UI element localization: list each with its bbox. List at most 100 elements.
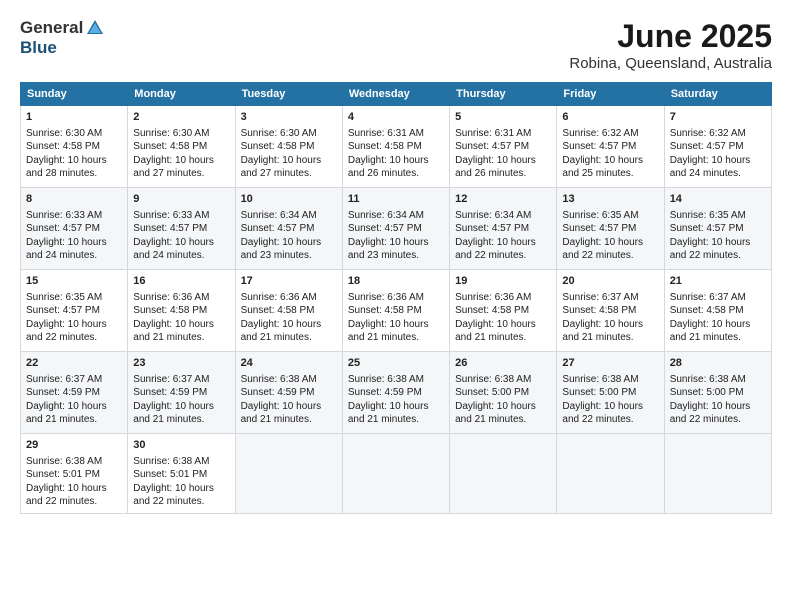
day-info: and 27 minutes. [133,167,229,181]
day-info: Sunrise: 6:34 AM [348,209,444,223]
day-info: Sunset: 4:59 PM [348,386,444,400]
day-info: Sunset: 4:58 PM [562,304,658,318]
calendar-header-row: SundayMondayTuesdayWednesdayThursdayFrid… [21,83,772,106]
month-title: June 2025 [569,18,772,55]
calendar-cell: 27Sunrise: 6:38 AMSunset: 5:00 PMDayligh… [557,352,664,434]
day-number: 30 [133,438,229,453]
day-info: Sunrise: 6:38 AM [455,373,551,387]
calendar-cell: 28Sunrise: 6:38 AMSunset: 5:00 PMDayligh… [664,352,771,434]
calendar-cell [235,434,342,514]
day-info: Sunrise: 6:31 AM [348,127,444,141]
day-number: 27 [562,356,658,371]
calendar-cell: 14Sunrise: 6:35 AMSunset: 4:57 PMDayligh… [664,188,771,270]
calendar-cell [450,434,557,514]
day-number: 29 [26,438,122,453]
day-number: 5 [455,110,551,125]
calendar-cell: 24Sunrise: 6:38 AMSunset: 4:59 PMDayligh… [235,352,342,434]
day-info: Daylight: 10 hours [670,318,766,332]
day-info: Sunset: 4:57 PM [562,222,658,236]
day-info: and 21 minutes. [348,331,444,345]
calendar-cell: 29Sunrise: 6:38 AMSunset: 5:01 PMDayligh… [21,434,128,514]
calendar-cell: 12 Sunrise: 6:34 AMSunset: 4:57 PMDayligh… [450,188,557,270]
day-info: Sunrise: 6:31 AM [455,127,551,141]
day-info: Sunset: 4:58 PM [133,304,229,318]
calendar-cell: 8Sunrise: 6:33 AMSunset: 4:57 PMDaylight… [21,188,128,270]
day-info: Sunset: 4:57 PM [670,140,766,154]
calendar-cell: 9Sunrise: 6:33 AMSunset: 4:57 PMDaylight… [128,188,235,270]
day-info: Sunrise: 6:34 AM [455,209,551,223]
day-info: Daylight: 10 hours [26,318,122,332]
day-number: 19 [455,274,551,289]
day-info: and 22 minutes. [26,331,122,345]
day-info: Sunrise: 6:30 AM [241,127,337,141]
day-info: and 25 minutes. [562,167,658,181]
day-info: Daylight: 10 hours [348,154,444,168]
day-info: Sunrise: 6:35 AM [562,209,658,223]
day-info: Daylight: 10 hours [455,236,551,250]
day-info: and 22 minutes. [455,249,551,263]
calendar-cell: 4Sunrise: 6:31 AMSunset: 4:58 PMDaylight… [342,106,449,188]
day-number: 18 [348,274,444,289]
day-info: Sunrise: 6:34 AM [241,209,337,223]
day-info: Sunrise: 6:37 AM [562,291,658,305]
day-info: Sunrise: 6:38 AM [670,373,766,387]
day-info: Daylight: 10 hours [562,154,658,168]
day-info: and 22 minutes. [670,413,766,427]
day-info: Daylight: 10 hours [26,236,122,250]
day-info: Sunset: 4:58 PM [348,304,444,318]
day-info: Sunset: 5:01 PM [133,468,229,482]
day-info: Sunset: 4:57 PM [455,222,551,236]
day-number: 1 [26,110,122,125]
day-info: Sunset: 5:01 PM [26,468,122,482]
day-info: and 23 minutes. [241,249,337,263]
day-info: Sunrise: 6:32 AM [562,127,658,141]
day-info: Daylight: 10 hours [133,318,229,332]
day-info: Sunrise: 6:38 AM [562,373,658,387]
day-info: Sunset: 4:57 PM [670,222,766,236]
day-info: and 26 minutes. [348,167,444,181]
day-number: 21 [670,274,766,289]
day-number: 8 [26,192,122,207]
calendar-cell [664,434,771,514]
day-info: Sunrise: 6:33 AM [133,209,229,223]
weekday-header: Tuesday [235,83,342,106]
day-info: Sunset: 4:59 PM [133,386,229,400]
calendar-cell: 18Sunrise: 6:36 AMSunset: 4:58 PMDayligh… [342,270,449,352]
calendar-cell: 13 Sunrise: 6:35 AMSunset: 4:57 PMDayligh… [557,188,664,270]
day-info: Sunrise: 6:38 AM [133,455,229,469]
day-info: and 22 minutes. [562,413,658,427]
day-info: Sunset: 5:00 PM [455,386,551,400]
day-number: 12 [455,192,551,207]
day-info: and 24 minutes. [670,167,766,181]
day-info: Sunset: 4:59 PM [241,386,337,400]
calendar-cell: 17Sunrise: 6:36 AMSunset: 4:58 PMDayligh… [235,270,342,352]
day-info: and 24 minutes. [133,249,229,263]
day-number: 28 [670,356,766,371]
day-info: Daylight: 10 hours [133,400,229,414]
day-number: 22 [26,356,122,371]
day-number: 14 [670,192,766,207]
day-number: 4 [348,110,444,125]
day-info: and 22 minutes. [562,249,658,263]
calendar-cell: 10Sunrise: 6:34 AMSunset: 4:57 PMDayligh… [235,188,342,270]
day-info: Sunrise: 6:35 AM [26,291,122,305]
day-info: Daylight: 10 hours [562,236,658,250]
day-info: Daylight: 10 hours [241,400,337,414]
logo: General Blue [20,18,105,58]
day-info: and 26 minutes. [455,167,551,181]
day-info: Sunset: 4:57 PM [455,140,551,154]
day-info: Daylight: 10 hours [133,154,229,168]
day-info: Sunset: 5:00 PM [562,386,658,400]
day-info: Sunrise: 6:35 AM [670,209,766,223]
day-info: and 22 minutes. [670,249,766,263]
day-info: Daylight: 10 hours [562,318,658,332]
weekday-header: Saturday [664,83,771,106]
day-info: and 22 minutes. [133,495,229,509]
calendar-cell: 23Sunrise: 6:37 AMSunset: 4:59 PMDayligh… [128,352,235,434]
day-number: 13 [562,192,658,207]
logo-icon [85,18,105,38]
day-info: Daylight: 10 hours [241,236,337,250]
day-number: 20 [562,274,658,289]
day-number: 3 [241,110,337,125]
day-number: 25 [348,356,444,371]
